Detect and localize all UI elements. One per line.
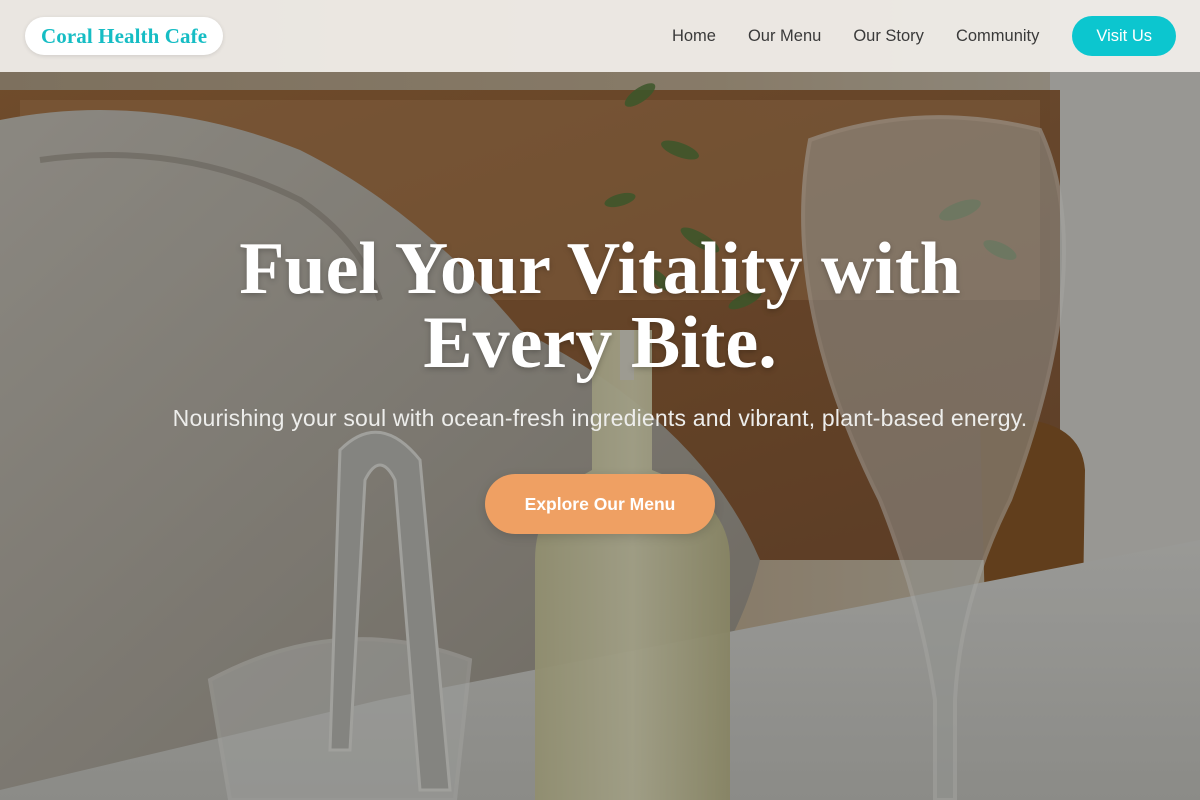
nav-link-our-story[interactable]: Our Story [853,27,924,46]
explore-menu-button[interactable]: Explore Our Menu [484,474,716,534]
main-nav: Home Our Menu Our Story Community Visit … [672,16,1176,56]
brand-logo[interactable]: Coral Health Cafe [25,17,224,55]
top-navbar: Coral Health Cafe Home Our Menu Our Stor… [0,0,1200,72]
visit-us-button[interactable]: Visit Us [1072,16,1176,56]
nav-link-community[interactable]: Community [956,27,1039,46]
brand-name: Coral Health Cafe [41,23,208,48]
hero-subtitle: Nourishing your soul with ocean-fresh in… [172,405,1028,431]
nav-link-home[interactable]: Home [672,27,716,46]
hero-section: Fuel Your Vitality with Every Bite. Nour… [0,232,1200,534]
hero-title: Fuel Your Vitality with Every Bite. [239,228,961,384]
nav-link-our-menu[interactable]: Our Menu [748,27,821,46]
